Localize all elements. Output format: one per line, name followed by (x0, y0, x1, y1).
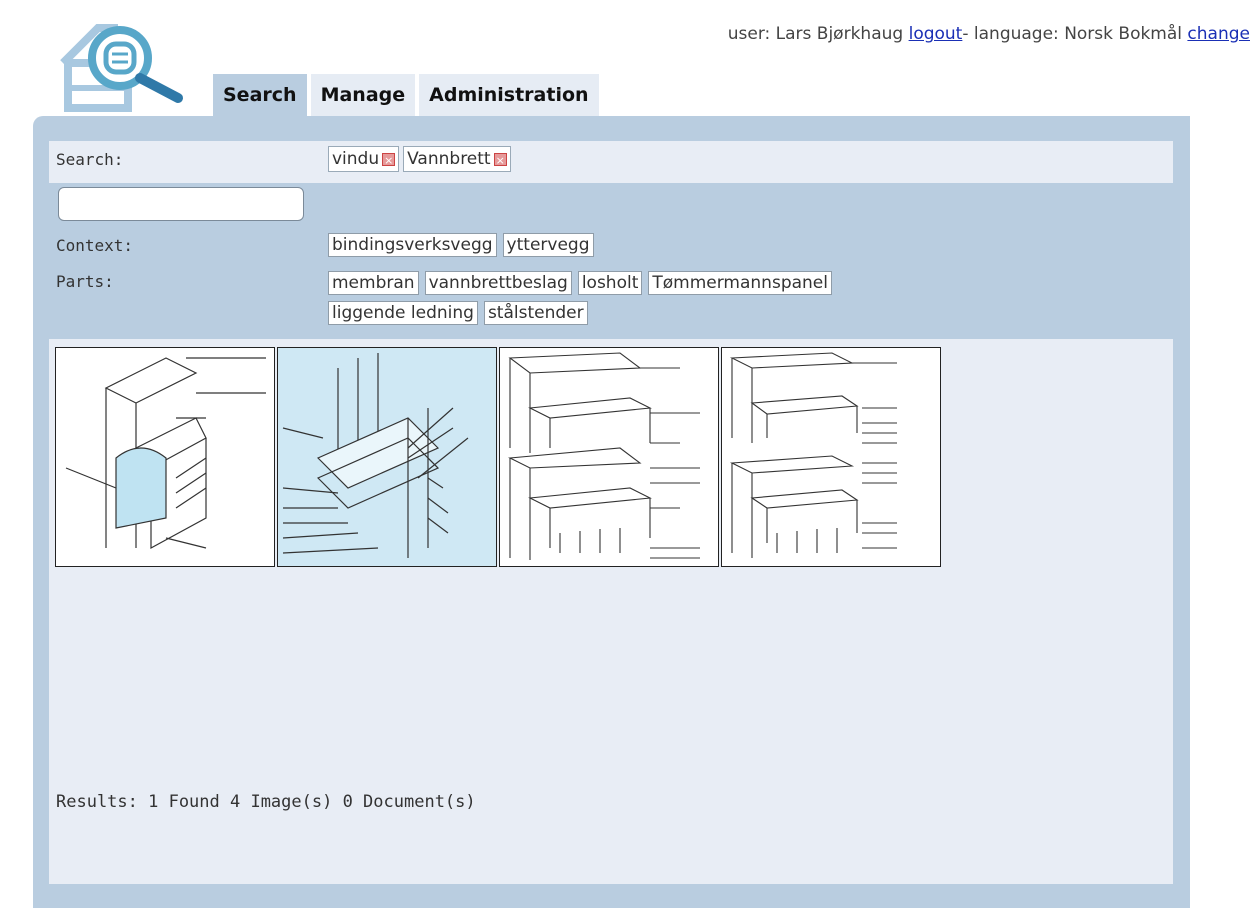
parts-label: Parts: (56, 272, 114, 291)
tab-administration[interactable]: Administration (419, 74, 599, 116)
change-language-link[interactable]: change (1187, 24, 1250, 44)
search-term: vindu (328, 146, 400, 173)
search-terms-band (49, 141, 1173, 183)
context-label: Context: (56, 236, 134, 255)
search-terms: vindu Vannbrett (328, 146, 515, 173)
part-tag[interactable]: stålstender (483, 301, 588, 325)
thumbnail-drawing-2[interactable] (277, 347, 497, 567)
thumbnail-list (55, 347, 941, 567)
main-tabs: Search Manage Administration (213, 74, 599, 116)
part-tag[interactable]: losholt (577, 271, 643, 295)
language-label: - language: (962, 24, 1059, 44)
context-tag[interactable]: yttervegg (502, 233, 594, 257)
search-term-label: Vannbrett (407, 149, 491, 169)
part-tag[interactable]: vannbrettbeslag (424, 271, 572, 295)
thumbnail-drawing-4[interactable] (721, 347, 941, 567)
context-tags: bindingsverksvegg yttervegg (328, 233, 978, 257)
tab-manage[interactable]: Manage (310, 74, 416, 116)
part-tag[interactable]: Tømmermannspanel (648, 271, 832, 295)
search-input[interactable] (58, 187, 304, 221)
remove-term-icon[interactable] (382, 149, 396, 173)
part-tag[interactable]: liggende ledning (328, 301, 478, 325)
results-summary: Results: 1 Found 4 Image(s) 0 Document(s… (56, 792, 476, 812)
app-logo (58, 18, 188, 114)
search-label: Search: (56, 150, 124, 169)
user-bar: user: Lars Bjørkhaug logout- language: N… (728, 24, 1250, 44)
search-term-label: vindu (332, 149, 380, 169)
parts-tags: membran vannbrettbeslag losholt Tømmerma… (328, 271, 978, 325)
user-name: Lars Bjørkhaug (775, 24, 904, 44)
user-label: user: (727, 24, 771, 44)
tab-search[interactable]: Search (213, 74, 307, 116)
thumbnail-drawing-1[interactable] (55, 347, 275, 567)
remove-term-icon[interactable] (493, 149, 507, 173)
context-tag[interactable]: bindingsverksvegg (328, 233, 497, 257)
thumbnail-drawing-3[interactable] (499, 347, 719, 567)
logout-link[interactable]: logout (909, 24, 963, 44)
part-tag[interactable]: membran (328, 271, 419, 295)
language-value: Norsk Bokmål (1064, 24, 1183, 44)
search-term: Vannbrett (403, 146, 511, 173)
